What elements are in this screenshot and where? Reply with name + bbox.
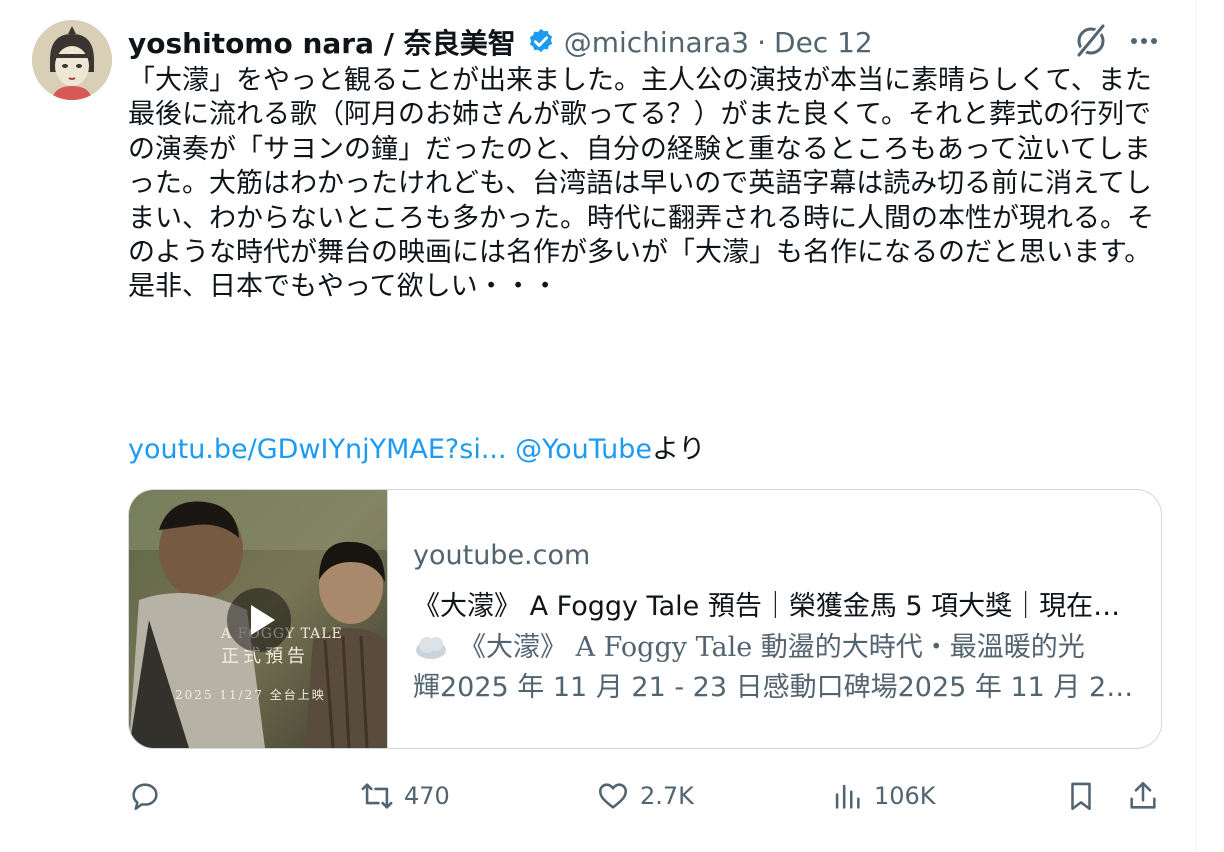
card-domain: youtube.com (413, 540, 591, 571)
action-bar: 470 2.7K 106K (128, 772, 1168, 820)
card-description-text-1: 《大濛》 A Foggy Tale 動盪的大時代・最溫暖的光 (459, 632, 1085, 663)
link-suffix: より (651, 434, 706, 465)
tweet-links: youtu.be/GDwIYnjYMAE?si... @YouTubeより (128, 427, 705, 466)
avatar-illustration (32, 20, 112, 100)
column-divider (1196, 0, 1197, 852)
video-thumbnail[interactable]: A FOGGY TALE 正式預告 2025 11/27 全台上映 (129, 490, 388, 748)
grok-icon[interactable] (1072, 22, 1110, 60)
retweet-count: 470 (404, 782, 450, 810)
like-icon (598, 783, 628, 809)
author-name[interactable]: yoshitomo nara / 奈良美智 (128, 22, 516, 62)
like-button[interactable]: 2.7K (596, 772, 694, 820)
thumbnail-date: 2025 11/27 全台上映 (175, 688, 326, 702)
header-separator: · (757, 25, 767, 59)
reply-button[interactable] (128, 772, 172, 820)
views-count: 106K (874, 782, 936, 810)
tweet-date[interactable]: Dec 12 (774, 26, 873, 59)
views-button[interactable]: 106K (830, 772, 936, 820)
like-count: 2.7K (640, 782, 694, 810)
youtube-link[interactable]: youtu.be/GDwIYnjYMAE?si... (128, 434, 507, 465)
views-icon (835, 784, 860, 809)
share-button[interactable] (1126, 772, 1160, 820)
verified-badge-icon[interactable] (526, 27, 556, 57)
avatar[interactable] (32, 20, 112, 100)
bookmark-button[interactable] (1064, 772, 1098, 820)
reply-icon (132, 783, 158, 811)
retweet-icon (361, 783, 393, 809)
link-preview-card[interactable]: A FOGGY TALE 正式預告 2025 11/27 全台上映 youtub… (128, 489, 1162, 749)
author-handle[interactable]: @michinara3 (564, 26, 749, 59)
cloud-icon (416, 637, 446, 659)
retweet-button[interactable]: 470 (360, 772, 450, 820)
card-title[interactable]: 《大濛》 A Foggy Tale 預告｜榮獲金馬 5 項大獎｜現在熱映中 (413, 584, 1143, 623)
card-description: 《大濛》 A Foggy Tale 動盪的大時代・最溫暖的光 輝2025 年 1… (413, 628, 1143, 708)
more-icon[interactable] (1126, 26, 1162, 56)
youtube-mention[interactable]: @YouTube (515, 434, 652, 465)
share-icon (1130, 781, 1156, 809)
tweet-text: 「大濛」をやっと観ることが出来ました。主人公の演技が本当に素晴らしくて、また最後… (128, 65, 1154, 303)
bookmark-icon (1071, 782, 1091, 811)
card-description-text-2: 輝2025 年 11 月 21 - 23 日感動口碑場2025 年 11 月 2… (413, 672, 1143, 703)
play-icon[interactable] (227, 588, 291, 652)
card-description-line: 《大濛》 A Foggy Tale 動盪的大時代・最溫暖的光 (413, 628, 1143, 668)
tweet-header: yoshitomo nara / 奈良美智 @michinara3 · Dec … (128, 22, 873, 62)
